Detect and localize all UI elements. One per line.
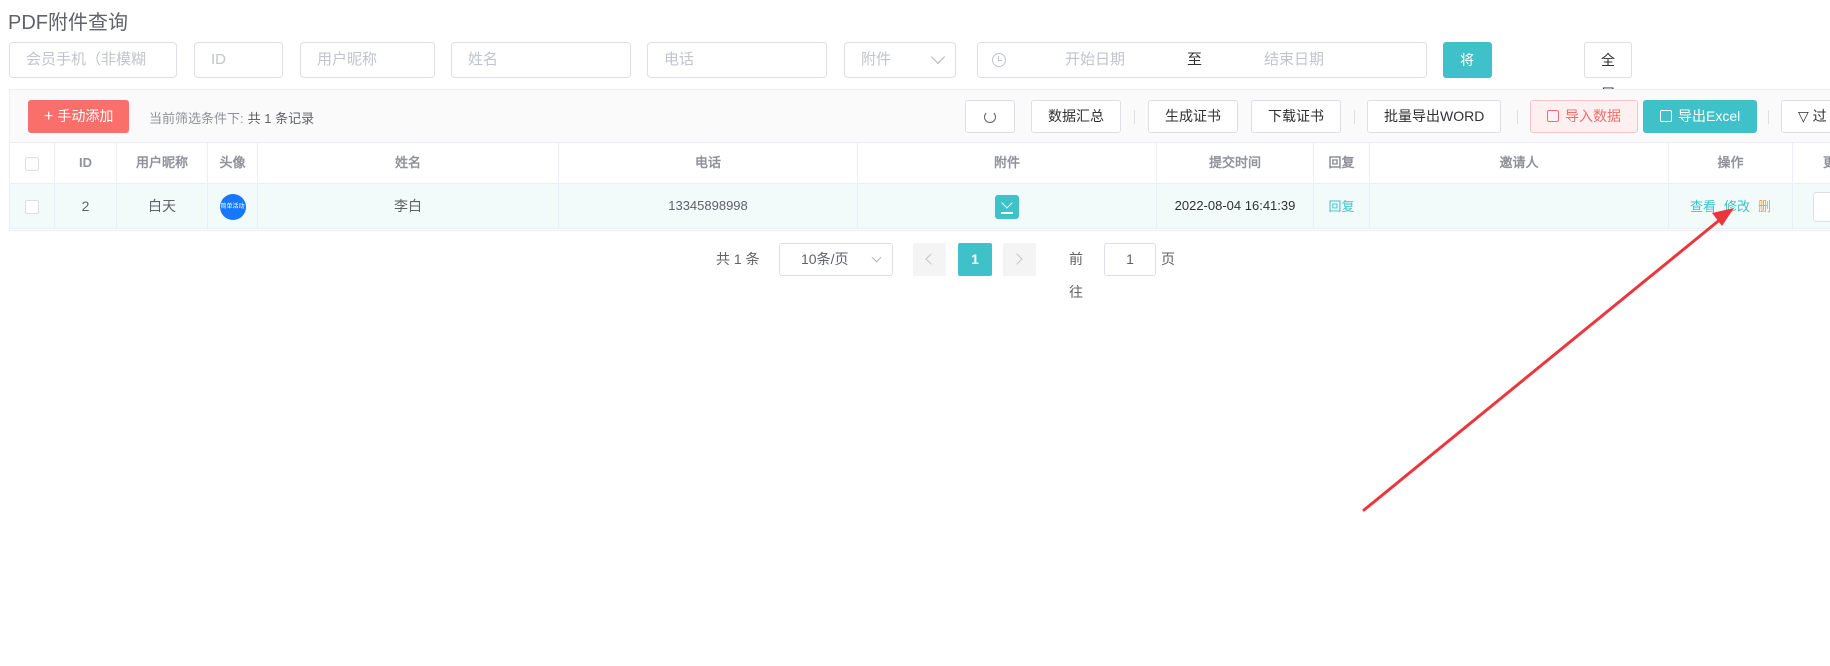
- annotation-arrow: [1362, 208, 1734, 512]
- arrow-shaft: [1362, 216, 1724, 512]
